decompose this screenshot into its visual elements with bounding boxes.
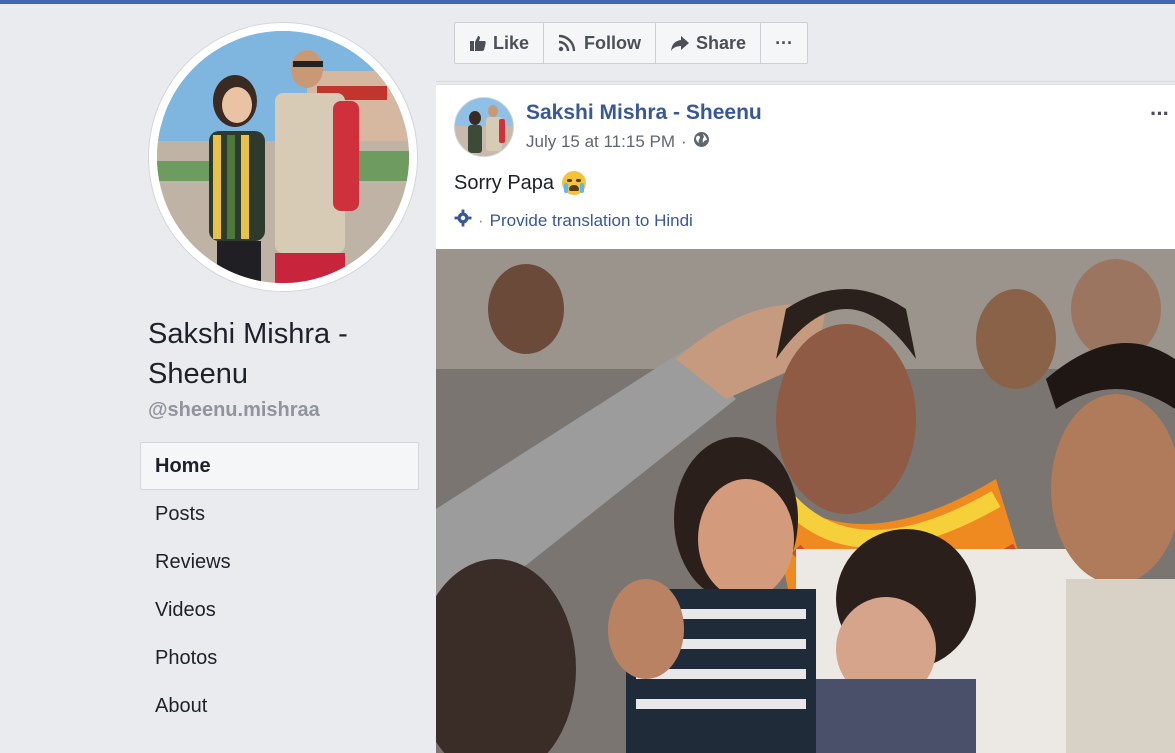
profile-picture-frame[interactable] [148, 22, 418, 292]
post-meta: July 15 at 11:15 PM · [526, 131, 710, 153]
meta-separator: · [681, 132, 687, 151]
action-button-group: Like Follow Share ··· [454, 22, 809, 64]
nav-item-posts[interactable]: Posts [140, 490, 419, 538]
page-title: Sakshi Mishra - Sheenu [148, 318, 348, 390]
share-arrow-icon [670, 34, 690, 52]
rss-icon [558, 34, 578, 52]
profile-photo-illustration [157, 31, 409, 283]
page-sidebar: Sakshi Mishra - Sheenu @sheenu.mishraa H… [0, 4, 436, 752]
page-action-bar: Like Follow Share ··· [436, 4, 1175, 82]
post-author-name[interactable]: Sakshi Mishra - Sheenu [526, 101, 762, 125]
nav-item-videos[interactable]: Videos [140, 586, 419, 634]
post-message: Sorry Papa [454, 171, 587, 195]
more-options-button[interactable]: ··· [761, 23, 807, 63]
share-button[interactable]: Share [656, 23, 762, 63]
nav-item-photos[interactable]: Photos [140, 634, 419, 682]
post-timestamp[interactable]: July 15 at 11:15 PM [526, 132, 675, 152]
share-label: Share [696, 32, 747, 53]
follow-label: Follow [584, 32, 642, 53]
post-message-text: Sorry Papa [454, 171, 555, 194]
profile-picture[interactable] [157, 31, 409, 283]
post-photo[interactable] [436, 249, 1175, 753]
gear-icon[interactable] [454, 209, 472, 232]
post-author-avatar[interactable] [454, 97, 514, 157]
nav-item-home[interactable]: Home [140, 442, 419, 490]
like-button[interactable]: Like [455, 23, 545, 63]
follow-button[interactable]: Follow [544, 23, 657, 63]
post-options-button[interactable]: ··· [1150, 101, 1170, 127]
nav-item-about[interactable]: About [140, 682, 419, 730]
nav-item-reviews[interactable]: Reviews [140, 538, 419, 586]
globe-icon[interactable] [693, 131, 710, 153]
post-card: Sakshi Mishra - Sheenu July 15 at 11:15 … [436, 84, 1175, 753]
post-photo-illustration [436, 249, 1175, 753]
thumbs-up-icon [469, 34, 487, 52]
page-username[interactable]: @sheenu.mishraa [148, 399, 320, 422]
page-content: Like Follow Share ··· Sakshi Mishra - Sh… [436, 4, 1175, 753]
like-label: Like [493, 32, 530, 53]
crying-face-icon [562, 171, 587, 195]
page-nav: Home Posts Reviews Videos Photos About [140, 442, 419, 730]
translation-separator: · [478, 210, 484, 230]
translation-link[interactable]: Provide translation to Hindi [490, 211, 693, 231]
more-options-label: ··· [775, 32, 794, 53]
translation-prompt: · Provide translation to Hindi [454, 209, 693, 232]
avatar-illustration [455, 98, 513, 156]
